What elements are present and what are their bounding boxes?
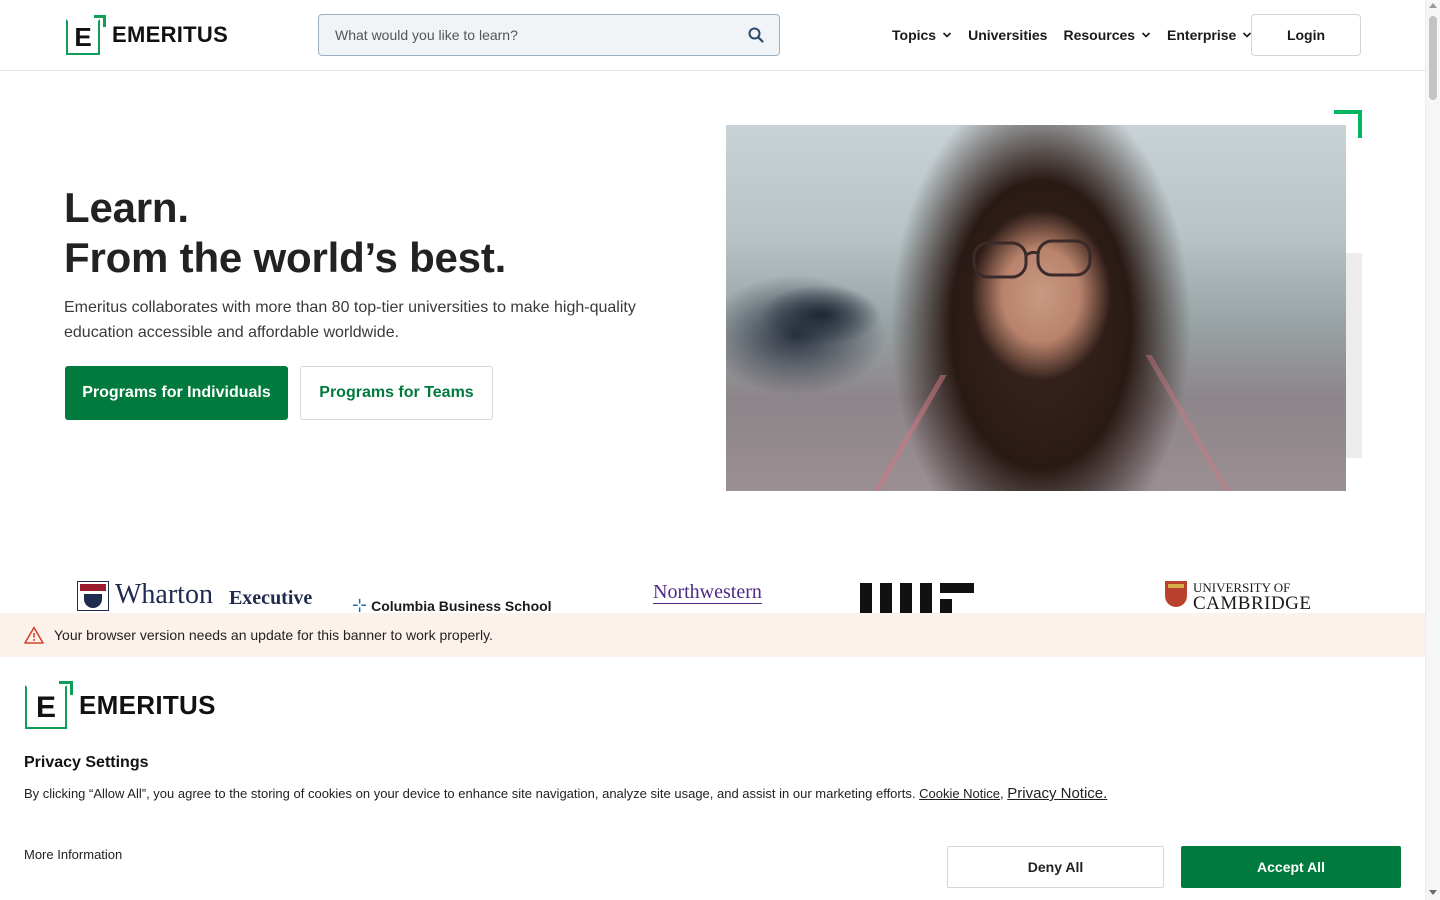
page-scrollbar[interactable] — [1425, 0, 1440, 900]
scroll-down-icon[interactable] — [1429, 890, 1437, 895]
emeritus-logo[interactable]: E EMERITUS — [66, 15, 228, 55]
site-header: E EMERITUS Topics Universities Resources… — [0, 0, 1425, 71]
accept-all-button[interactable]: Accept All — [1181, 846, 1401, 888]
chevron-down-icon — [943, 32, 952, 38]
hero-image-container — [726, 110, 1362, 492]
programs-individuals-button[interactable]: Programs for Individuals — [65, 366, 288, 420]
columbia-mark-icon: ⊹ — [352, 595, 368, 615]
search-bar — [318, 14, 780, 56]
privacy-title: Privacy Settings — [24, 754, 149, 771]
browser-warning-text: Your browser version needs an update for… — [54, 627, 493, 643]
nav-enterprise[interactable]: Enterprise — [1167, 27, 1252, 43]
hero-description: Emeritus collaborates with more than 80 … — [64, 299, 636, 341]
hero-title: Learn. From the world’s best. — [64, 183, 506, 283]
wharton-shield-icon — [77, 581, 109, 611]
northwestern-logo[interactable]: Northwestern — [653, 581, 762, 604]
university-logos-row: Wharton Executive ⊹ Columbia Business Sc… — [0, 575, 1425, 615]
privacy-emeritus-logo: E EMERITUS — [25, 681, 216, 729]
nav-resources-label: Resources — [1063, 27, 1136, 43]
scroll-up-icon[interactable] — [1429, 3, 1437, 8]
more-information-link[interactable]: More Information — [24, 847, 122, 862]
browser-warning-banner: Your browser version needs an update for… — [0, 613, 1425, 657]
search-icon[interactable] — [747, 26, 765, 44]
nav-universities[interactable]: Universities — [968, 27, 1047, 43]
hero-title-line2: From the world’s best. — [64, 234, 507, 281]
columbia-logo[interactable]: ⊹ Columbia Business School — [352, 595, 552, 615]
logo-mark-icon: E — [66, 15, 106, 55]
logo-mark-icon: E — [25, 681, 73, 729]
cambridge-crest-icon — [1165, 581, 1187, 607]
main-nav: Topics Universities Resources Enterprise — [892, 0, 1252, 70]
chevron-down-icon — [1141, 32, 1151, 38]
cambridge-logo[interactable]: UNIVERSITY OF CAMBRIDGE — [1165, 581, 1312, 613]
nav-universities-label: Universities — [968, 27, 1048, 43]
logo-text: EMERITUS — [112, 22, 229, 47]
programs-teams-button[interactable]: Programs for Teams — [300, 366, 493, 420]
login-button[interactable]: Login — [1251, 14, 1361, 56]
privacy-notice-link[interactable]: Privacy Notice. — [1007, 785, 1107, 802]
privacy-description: By clicking “Allow All”, you agree to th… — [24, 785, 1108, 802]
nav-enterprise-label: Enterprise — [1167, 27, 1237, 43]
mit-logo-icon — [860, 583, 974, 615]
hero-title-line1: Learn. — [64, 184, 189, 231]
mit-logo[interactable] — [860, 583, 974, 615]
cookie-notice-link[interactable]: Cookie Notice — [919, 786, 1000, 801]
logo-text: EMERITUS — [79, 689, 216, 720]
wharton-logo[interactable]: Wharton Executive — [77, 581, 312, 611]
search-input[interactable] — [319, 15, 729, 55]
privacy-settings-panel: E EMERITUS Privacy Settings By clicking … — [0, 657, 1425, 900]
privacy-body: By clicking “Allow All”, you agree to th… — [24, 786, 916, 801]
nav-resources[interactable]: Resources — [1063, 27, 1151, 43]
glasses-shape — [972, 239, 1092, 279]
warning-icon — [24, 626, 44, 644]
nav-topics[interactable]: Topics — [892, 27, 952, 43]
nav-topics-label: Topics — [892, 27, 937, 43]
hero-photo — [726, 125, 1346, 491]
deny-all-button[interactable]: Deny All — [947, 846, 1164, 888]
decorative-bar — [1346, 253, 1362, 458]
scrollbar-thumb[interactable] — [1429, 16, 1437, 100]
